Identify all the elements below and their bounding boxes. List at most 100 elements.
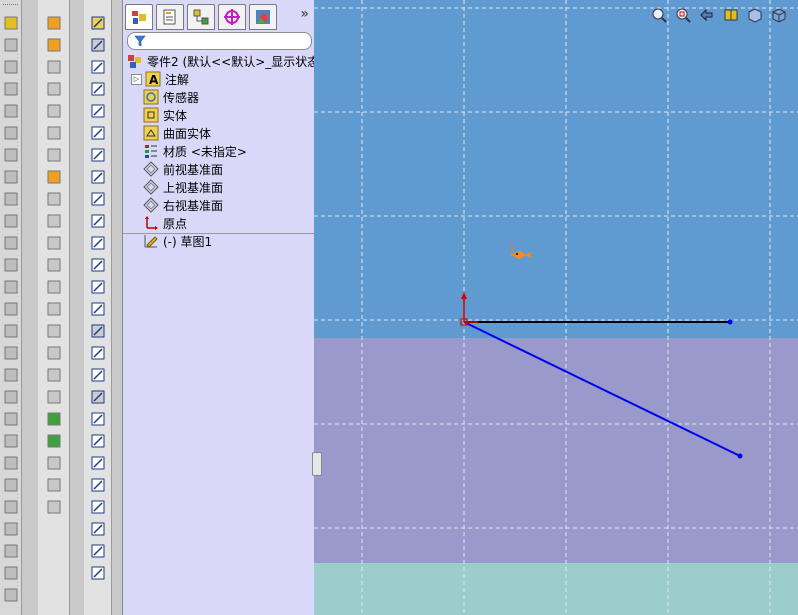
smart-dimension-icon[interactable] [88,36,108,54]
arc-icon[interactable] [88,168,108,186]
dimension-icon[interactable] [88,344,108,362]
offset-icon[interactable] [44,124,64,142]
extrude-icon[interactable] [1,278,21,296]
shell-icon[interactable] [1,168,21,186]
section-icon[interactable] [44,102,64,120]
reference-geometry-icon[interactable] [44,454,64,472]
construction-icon[interactable] [88,300,108,318]
extend-entity-icon[interactable] [88,476,108,494]
tree-item-material[interactable]: 材质 <未指定> [143,142,247,160]
graphics-area[interactable] [314,0,798,615]
fillet-icon[interactable] [1,102,21,120]
featuremanager-tab[interactable] [125,4,153,30]
rib-icon[interactable] [1,146,21,164]
measure-icon[interactable] [44,498,64,516]
strip-grip[interactable] [3,4,18,9]
mass-properties-icon[interactable] [44,80,64,98]
offset-entity-icon[interactable] [88,410,108,428]
ellipse-icon[interactable] [88,124,108,142]
loft-icon[interactable] [1,80,21,98]
pattern-icon[interactable] [1,234,21,252]
extrude-icon[interactable] [1,14,21,32]
line-endpoint[interactable] [737,453,743,459]
measure-icon[interactable] [44,58,64,76]
zoom-to-fit-button[interactable] [650,6,668,24]
view-orientation-button[interactable] [746,6,764,24]
curves-icon[interactable] [44,256,64,274]
sketch-icon[interactable] [88,14,108,32]
tree-item-right-plane[interactable]: 右视基准面 [143,196,223,214]
section-view-button[interactable] [722,6,740,24]
previous-view-button[interactable] [698,6,716,24]
polygon-icon[interactable] [88,146,108,164]
circle-icon[interactable] [88,102,108,120]
grid-icon[interactable] [88,322,108,340]
chamfer-icon[interactable] [1,124,21,142]
relation-icon[interactable] [88,366,108,384]
revolve-icon[interactable] [1,564,21,582]
mirror-entity-icon[interactable] [88,498,108,516]
revolve-icon[interactable] [1,36,21,54]
tree-item-front-plane[interactable]: 前视基准面 [143,160,223,178]
sweep-icon[interactable] [1,58,21,76]
mass-properties-icon[interactable] [44,300,64,318]
revolve-icon[interactable] [1,300,21,318]
line-endpoint[interactable] [727,319,733,325]
tree-item-origin[interactable]: 原点 [143,214,187,232]
tree-item-sketch1[interactable]: (-) 草图1 [143,232,212,250]
tangent-arc-icon[interactable] [88,190,108,208]
repair-icon[interactable] [88,564,108,582]
more-tabs-button[interactable]: » [300,6,309,22]
rectangle-icon[interactable] [88,80,108,98]
viewport-canvas[interactable] [314,0,798,615]
fix-icon[interactable] [88,388,108,406]
display-manager-tab[interactable] [249,4,277,30]
mirror-icon[interactable] [1,256,21,274]
draft-icon[interactable] [1,190,21,208]
pattern-icon[interactable] [1,498,21,516]
curves-icon[interactable] [44,476,64,494]
curves-icon[interactable] [44,36,64,54]
section-icon[interactable] [44,322,64,340]
rib-icon[interactable] [1,410,21,428]
convert-icon[interactable] [44,146,64,164]
fillet-icon[interactable] [1,366,21,384]
convert-icon[interactable] [44,366,64,384]
tree-filter-input[interactable] [127,32,312,50]
spline-icon[interactable] [88,256,108,274]
move-entity-icon[interactable] [88,542,108,560]
three-point-arc-icon[interactable] [88,212,108,230]
draft-icon[interactable] [1,454,21,472]
expand-toggle[interactable]: ▷ [131,73,142,85]
mirror-icon[interactable] [1,520,21,538]
tree-root[interactable]: 零件2 (默认<<默认>_显示状态 [127,52,319,70]
sweep-icon[interactable] [1,586,21,604]
centerline-icon[interactable] [88,234,108,252]
extend-icon[interactable] [44,190,64,208]
display-style-button[interactable] [770,6,788,24]
reference-geometry-icon[interactable] [44,14,64,32]
extend-icon[interactable] [44,410,64,428]
trim-icon[interactable] [44,388,64,406]
loft-icon[interactable] [1,344,21,362]
zoom-to-area-button[interactable] [674,6,692,24]
tree-item-sensors[interactable]: 传感器 [143,88,199,106]
trim-icon[interactable] [44,168,64,186]
chamfer-icon[interactable] [1,388,21,406]
hole-icon[interactable] [1,212,21,230]
offset-icon[interactable] [44,344,64,362]
tree-item-top-plane[interactable]: 上视基准面 [143,178,223,196]
line-icon[interactable] [88,58,108,76]
trim-entity-icon[interactable] [88,454,108,472]
shell-icon[interactable] [1,432,21,450]
tree-item-annotations[interactable]: ▷ A 注解 [131,70,189,88]
tree-item-surface-bodies[interactable]: 曲面实体 [143,124,211,142]
measure-icon[interactable] [44,278,64,296]
move-icon[interactable] [44,212,64,230]
tree-item-solid-bodies[interactable]: 实体 [143,106,187,124]
configurationmanager-tab[interactable] [187,4,215,30]
hole-icon[interactable] [1,476,21,494]
sweep-icon[interactable] [1,322,21,340]
move-icon[interactable] [44,432,64,450]
propertymanager-tab[interactable] [156,4,184,30]
